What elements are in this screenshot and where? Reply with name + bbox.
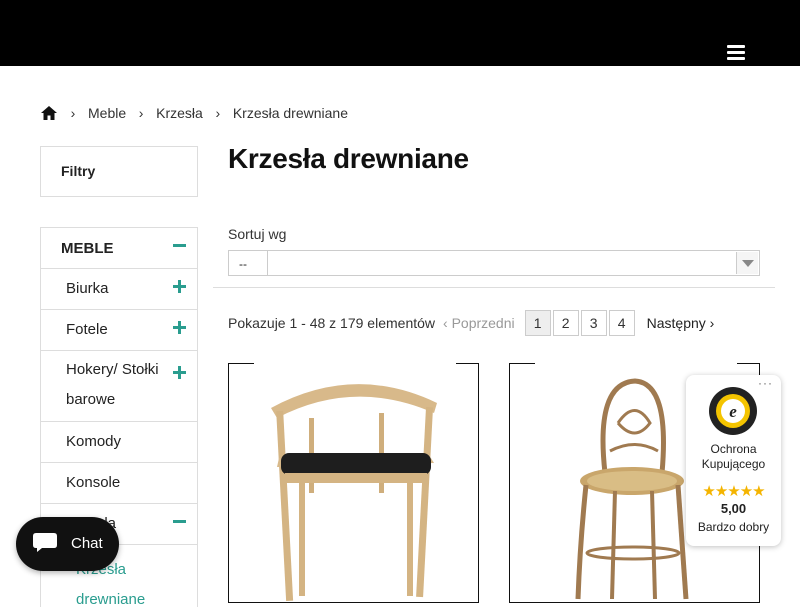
minus-icon[interactable]: [173, 514, 187, 528]
chat-label: Chat: [71, 535, 103, 552]
select-divider: [267, 251, 268, 275]
chevron-right-icon: ›: [215, 105, 221, 121]
sort-value: --: [239, 257, 247, 271]
svg-text:e: e: [729, 402, 737, 421]
rating-text: Bardzo dobry: [697, 520, 770, 534]
filters-toggle[interactable]: Filtry: [40, 146, 198, 197]
trusted-shops-badge[interactable]: ··· e Ochrona Kupującego ★★★★★ 5,00 Bard…: [686, 375, 781, 546]
home-icon[interactable]: [40, 105, 58, 121]
category-label: Fotele: [66, 321, 108, 338]
rating-value: 5,00: [720, 501, 747, 516]
product-image[interactable]: [229, 363, 480, 603]
category-label: Konsole: [66, 474, 121, 491]
page-4[interactable]: 4: [608, 310, 635, 336]
plus-icon[interactable]: [173, 320, 187, 334]
plus-icon[interactable]: [173, 279, 187, 293]
hamburger-icon[interactable]: [727, 45, 745, 60]
trusted-shops-seal-icon: e: [709, 387, 757, 435]
prev-page-button[interactable]: ‹ Poprzedni: [443, 315, 515, 331]
product-card[interactable]: [228, 363, 479, 603]
next-page-button[interactable]: Następny ›: [647, 315, 715, 331]
chevron-left-icon: ‹: [443, 315, 452, 331]
results-count: Pokazuje 1 - 48 z 179 elementów: [228, 315, 436, 331]
breadcrumb-current: Krzesła drewniane: [232, 105, 348, 121]
page-title: Krzesła drewniane: [228, 143, 469, 174]
category-label: Komody: [66, 433, 122, 450]
category-item-hokery[interactable]: Hokery/ Stołki barowe: [41, 351, 197, 422]
trust-title: Ochrona Kupującego: [701, 442, 766, 471]
chevron-right-icon: ›: [705, 315, 715, 331]
category-main-label: MEBLE: [61, 240, 114, 257]
category-meble[interactable]: MEBLE: [41, 228, 197, 269]
prev-label: Poprzedni: [451, 315, 515, 331]
category-label: Biurka: [66, 280, 109, 297]
sort-label: Sortuj wg: [228, 226, 287, 242]
breadcrumb: › Meble › Krzesła › Krzesła drewniane: [40, 103, 348, 123]
category-item-komody[interactable]: Komody: [41, 422, 197, 463]
page-1[interactable]: 1: [524, 310, 551, 336]
divider: [213, 287, 775, 288]
chevron-down-icon[interactable]: [736, 252, 758, 274]
sort-select[interactable]: --: [228, 250, 760, 276]
category-item-konsole[interactable]: Konsole: [41, 463, 197, 504]
page-2[interactable]: 2: [552, 310, 579, 336]
top-header: [0, 0, 800, 66]
minus-icon[interactable]: [173, 238, 187, 252]
category-item-biurka[interactable]: Biurka: [41, 269, 197, 310]
chevron-right-icon: ›: [138, 105, 144, 121]
star-rating-icon: ★★★★★: [702, 483, 765, 500]
breadcrumb-krzesla[interactable]: Krzesła: [156, 105, 203, 121]
chat-button[interactable]: Chat: [16, 517, 119, 571]
filters-title: Filtry: [61, 163, 96, 179]
plus-icon[interactable]: [173, 365, 187, 379]
pagination: Pokazuje 1 - 48 z 179 elementów ‹ Poprze…: [228, 309, 760, 337]
breadcrumb-meble[interactable]: Meble: [88, 105, 126, 121]
next-label: Następny: [646, 315, 706, 331]
page-3[interactable]: 3: [580, 310, 607, 336]
more-options-icon[interactable]: ···: [758, 376, 773, 390]
chat-bubble-icon: [33, 533, 57, 552]
category-item-fotele[interactable]: Fotele: [41, 310, 197, 351]
chevron-right-icon: ›: [70, 105, 76, 121]
category-label: Hokery/ Stołki barowe: [66, 361, 159, 408]
